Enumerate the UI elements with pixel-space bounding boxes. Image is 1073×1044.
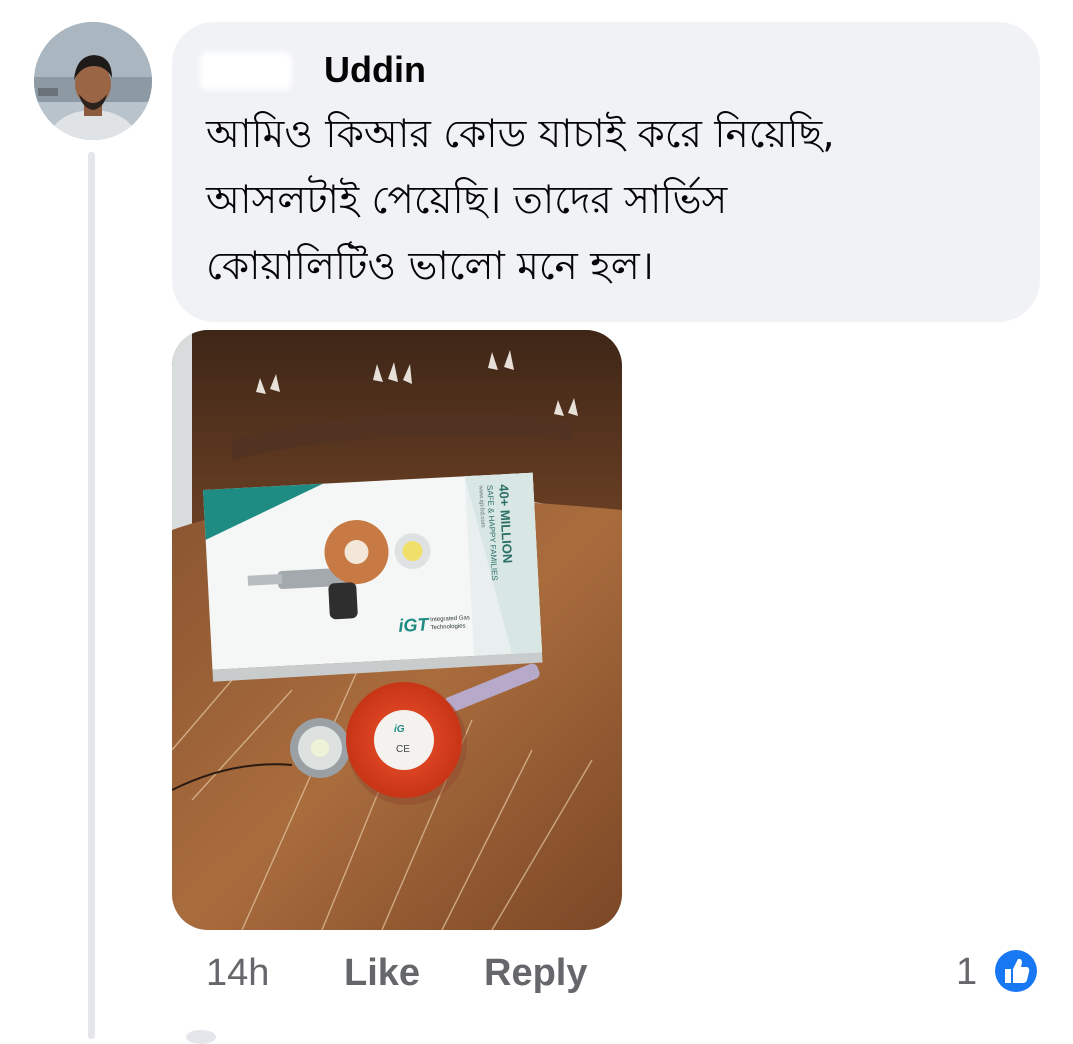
brand-logo: iGT (398, 614, 431, 636)
redacted-name (200, 52, 292, 90)
comment-line: কোয়ালিটিও ভালো মনে হল। (206, 244, 654, 289)
regulator-ce-mark: CE (396, 744, 410, 755)
svg-text:iG: iG (394, 724, 405, 735)
reply-button[interactable]: Reply (484, 948, 587, 998)
comment-bubble: Uddin আমিও কিআর কোড যাচাই করে নিয়েছি, আ… (172, 22, 1040, 322)
attached-photo[interactable]: 40+ MILLION SAFE & HAPPY FAMILIES www.ig… (172, 330, 622, 930)
like-reaction-icon (990, 945, 1042, 997)
reaction-summary[interactable]: 1 (950, 945, 1050, 999)
like-button[interactable]: Like (344, 948, 420, 998)
comment-timestamp[interactable]: 14h (206, 948, 269, 998)
thread-line (88, 152, 95, 1039)
author-name[interactable]: Uddin (324, 48, 426, 92)
comment-line: আমিও কিআর কোড যাচাই করে নিয়েছি, (206, 112, 835, 157)
next-comment-hint (186, 1030, 216, 1044)
comment-line: আসলটাই পেয়েছি। তাদের সার্ভিস (206, 178, 728, 223)
reaction-count: 1 (956, 951, 978, 993)
comment-text: আমিও কিআর কোড যাচাই করে নিয়েছি, আসলটাই … (206, 102, 1016, 300)
avatar[interactable] (34, 22, 152, 140)
